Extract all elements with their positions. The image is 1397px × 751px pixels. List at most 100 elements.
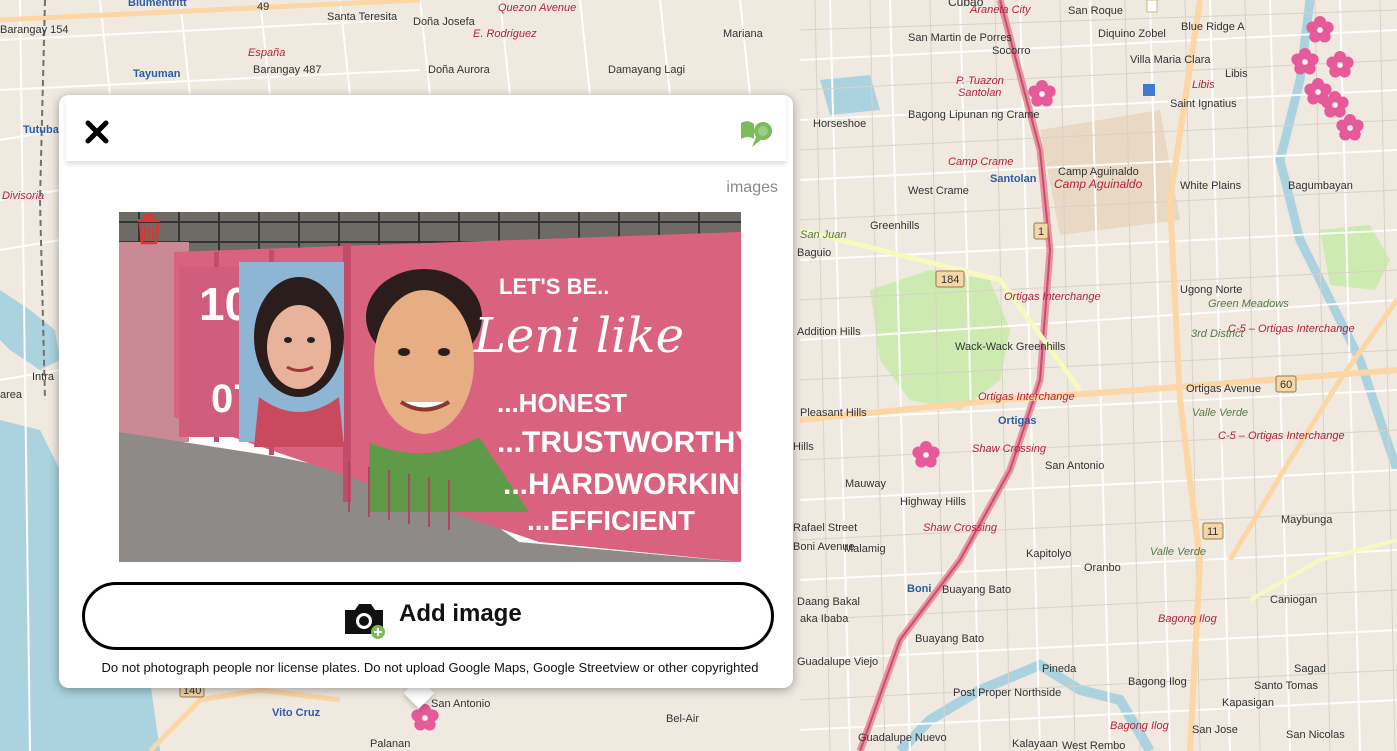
label-santolan-red: Santolan [958, 87, 1001, 99]
label-west-crame: West Crame [908, 185, 969, 197]
label-intra: Intra [32, 371, 55, 383]
label-saint-ignatius: Saint Ignatius [1170, 98, 1237, 110]
label-bagong-ilog-red2: Bagong Ilog [1110, 720, 1170, 732]
label-green-meadows: Green Meadows [1208, 298, 1289, 310]
label-villa-maria-clara: Villa Maria Clara [1130, 54, 1211, 66]
close-button[interactable] [80, 115, 114, 149]
label-san-juan: San Juan [800, 229, 846, 241]
label-bagong-ilog: Bagong Ilog [1128, 676, 1187, 688]
label-santa-teresita: Santa Teresita [327, 11, 398, 23]
label-caniogan: Caniogan [1270, 594, 1317, 606]
shield-60: 60 [1280, 379, 1292, 391]
mural-line-3: ...HARDWORKING [503, 468, 741, 501]
label-libis-red: Libis [1192, 79, 1215, 91]
mural-image: 10 07 LET'S BE.. Leni like ...HONEST ...… [119, 212, 741, 562]
label-rafael-street: Rafael Street [793, 522, 857, 534]
label-bel-air: Bel-Air [666, 713, 699, 725]
label-c5-ortigas: C-5 – Ortigas Interchange [1228, 323, 1355, 335]
label-san-antonio2: San Antonio [431, 698, 490, 710]
label-san-nicolas: San Nicolas [1286, 729, 1345, 741]
camera-add-icon [345, 604, 385, 639]
label-post-proper: Post Proper Northside [953, 687, 1061, 699]
label-santo-tomas: Santo Tomas [1254, 680, 1319, 692]
label-san-jose: San Jose [1192, 724, 1238, 736]
label-greenhills: Greenhills [870, 220, 920, 232]
label-libis: Libis [1225, 68, 1248, 80]
mural-line-4: ...EFFICIENT [527, 505, 695, 536]
label-buayang-bato2: Buayang Bato [915, 633, 984, 645]
pond [820, 75, 880, 115]
label-hills: Hills [793, 441, 814, 453]
label-blue-ridge-a: Blue Ridge A [1181, 21, 1245, 33]
label-san-roque: San Roque [1068, 5, 1123, 17]
label-ortigas-interchange2: Ortigas Interchange [978, 391, 1075, 403]
label-pineda: Pineda [1042, 663, 1077, 675]
label-guadalupe-nuevo: Guadalupe Nuevo [858, 732, 947, 744]
image-popup: images 10 07 LET'S BE.. Leni like ...HON… [59, 95, 793, 688]
add-image-button[interactable]: Add image [82, 582, 774, 650]
label-highway-hills: Highway Hills [900, 496, 967, 508]
label-kalayaan: Kalayaan [1012, 738, 1058, 750]
label-white-plains: White Plains [1180, 180, 1242, 192]
label-malamig: Malamig [844, 543, 886, 555]
label-pleasant-hills: Pleasant Hills [800, 407, 867, 419]
label-blumentritt: Blumentritt [128, 0, 187, 9]
label-bagong-ilog-red: Bagong Ilog [1158, 613, 1218, 625]
label-baguio: Baguio [797, 247, 831, 259]
label-valle-verde: Valle Verde [1192, 407, 1248, 419]
label-p-tuazon: P. Tuazon [956, 75, 1004, 87]
label-boni: Boni [907, 583, 931, 595]
chat-button[interactable] [738, 117, 774, 151]
label-valle-verde2: Valle Verde [1150, 546, 1206, 558]
label-west-rembo: West Rembo [1062, 740, 1125, 751]
uploaded-photo[interactable]: 10 07 LET'S BE.. Leni like ...HONEST ...… [119, 212, 741, 562]
label-ortigas: Ortigas [998, 415, 1037, 427]
label-ugong-norte: Ugong Norte [1180, 284, 1242, 296]
shield-1: 1 [1038, 226, 1044, 238]
label-ortigas-avenue: Ortigas Avenue [1186, 383, 1261, 395]
label-kapasigan: Kapasigan [1222, 697, 1274, 709]
label-divisoria: Divisoria [2, 190, 44, 202]
label-ilaya: aka Ibaba [800, 613, 849, 625]
label-wack-wack: Wack-Wack Greenhills [955, 341, 1066, 353]
label-road-49: 49 [257, 1, 269, 13]
label-area: area [0, 389, 23, 401]
label-camp-aguinaldo-red: Camp Aguinaldo [1054, 177, 1143, 191]
label-3rd-district: 3rd District [1191, 328, 1245, 340]
label-c5-ortigas2: C-5 – Ortigas Interchange [1218, 430, 1345, 442]
delete-image-button[interactable] [135, 213, 163, 245]
label-socorro: Socorro [992, 45, 1031, 57]
label-e-rodriguez: E. Rodriguez [473, 28, 537, 40]
label-diquino-zobel: Diquino Zobel [1098, 28, 1166, 40]
label-bagumbayan: Bagumbayan [1288, 180, 1353, 192]
label-mauway: Mauway [845, 478, 886, 490]
label-barangay487: Barangay 487 [253, 64, 322, 76]
add-image-label: Add image [399, 600, 522, 627]
label-sagad: Sagad [1294, 663, 1326, 675]
label-ortigas-interchange: Ortigas Interchange [1004, 291, 1101, 303]
label-quezon-avenue: Quezon Avenue [498, 2, 576, 14]
label-san-antonio: San Antonio [1045, 460, 1104, 472]
label-tayuman: Tayuman [133, 68, 181, 80]
mural-script: Leni like [473, 308, 684, 364]
close-icon [85, 120, 109, 144]
label-addition-hills: Addition Hills [797, 326, 861, 338]
label-kapitolyo: Kapitolyo [1026, 548, 1071, 560]
label-vito-cruz: Vito Cruz [272, 707, 321, 719]
label-shaw-crossing2: Shaw Crossing [923, 522, 998, 534]
label-santolan: Santolan [990, 173, 1037, 185]
label-shaw-crossing: Shaw Crossing [972, 443, 1047, 455]
label-daang-bakal: Daang Bakal [797, 596, 860, 608]
upload-disclaimer: Do not photograph people nor license pla… [101, 660, 759, 675]
label-palanan: Palanan [370, 738, 410, 750]
trash-icon [138, 214, 160, 245]
mural-line-1: ...HONEST [497, 388, 627, 418]
shield-11: 11 [1207, 526, 1218, 538]
label-guadalupe-viejo: Guadalupe Viejo [797, 656, 878, 668]
label-horseshoe: Horseshoe [813, 118, 866, 130]
label-barangay154: Barangay 154 [0, 24, 69, 36]
label-damayang-lagi: Damayang Lagi [608, 64, 685, 76]
label-buayang-bato: Buayang Bato [942, 584, 1011, 596]
label-espana: España [248, 47, 285, 59]
chat-icon [741, 121, 772, 147]
